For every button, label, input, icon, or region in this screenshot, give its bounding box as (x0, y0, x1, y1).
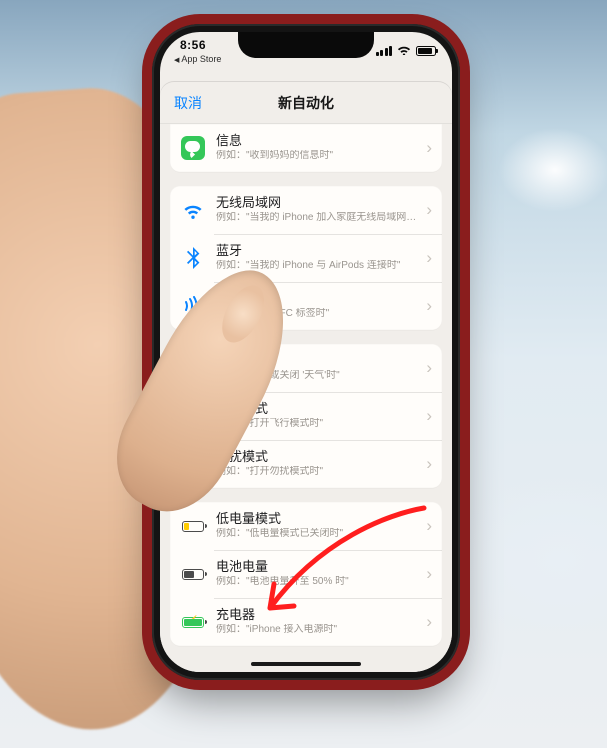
row-title: 蓝牙 (216, 243, 418, 259)
wifi-icon (397, 44, 411, 57)
row-subtitle: 例如："打开飞行模式时" (216, 418, 418, 431)
row-title: 信息 (216, 133, 418, 149)
row-text: 无线局域网例如："当我的 iPhone 加入家庭无线局域网时" (216, 195, 422, 225)
battery-icon (416, 46, 436, 56)
row-subtitle: 例如："收到妈妈的信息时" (216, 150, 418, 163)
status-right (376, 44, 437, 57)
messages-icon (180, 135, 206, 161)
dnd-icon (180, 451, 206, 477)
chevron-right-icon: › (422, 296, 432, 316)
chevron-right-icon: › (422, 200, 432, 220)
trigger-row-messages[interactable]: 信息例如："收到妈妈的信息时"› (170, 124, 442, 172)
row-title: 低电量模式 (216, 511, 418, 527)
settings-group: 低电量模式例如："低电量模式已关闭时"›电池电量例如："电池电量升至 50% 时… (170, 502, 442, 646)
sheet-title: 新自动化 (278, 93, 334, 113)
signal-icon (376, 46, 393, 56)
row-title: 飞行模式 (216, 401, 418, 417)
trigger-row-lowpower[interactable]: 低电量模式例如："低电量模式已关闭时"› (170, 502, 442, 550)
row-subtitle: 例如："iPhone 接入电源时" (216, 624, 418, 637)
trigger-row-airplane[interactable]: ✈飞行模式例如："打开飞行模式时"› (170, 392, 442, 440)
row-subtitle: 例如："当我的 iPhone 与 AirPods 连接时" (216, 260, 418, 273)
lowpower-icon (180, 513, 206, 539)
status-back-to-app[interactable]: App Store (174, 54, 221, 64)
row-text: 蓝牙例如："当我的 iPhone 与 AirPods 连接时" (216, 243, 422, 273)
row-text: 信息例如："收到妈妈的信息时" (216, 133, 422, 163)
trigger-row-nfc[interactable]: NFC例如："轻点 NFC 标签时"› (170, 282, 442, 330)
status-time: 8:56 (180, 38, 206, 52)
chevron-right-icon: › (422, 564, 432, 584)
trigger-row-charger[interactable]: 充电器例如："iPhone 接入电源时"› (170, 598, 442, 646)
sheet-nav: 取消 新自动化 (160, 82, 452, 124)
trigger-list[interactable]: 信息例如："收到妈妈的信息时"›无线局域网例如："当我的 iPhone 加入家庭… (170, 124, 442, 672)
row-subtitle: 例如："当我的 iPhone 加入家庭无线局域网时" (216, 212, 418, 225)
row-subtitle: 例如："打开或关闭 '天气'时" (216, 370, 418, 383)
charger-icon (180, 609, 206, 635)
row-subtitle: 例如："打开勿扰模式时" (216, 466, 418, 479)
row-text: 充电器例如："iPhone 接入电源时" (216, 607, 422, 637)
row-subtitle: 例如："轻点 NFC 标签时" (216, 308, 418, 321)
row-title: 无线局域网 (216, 195, 418, 211)
settings-group: 信息例如："收到妈妈的信息时"› (170, 124, 442, 172)
chevron-right-icon: › (422, 358, 432, 378)
trigger-row-bluetooth[interactable]: 蓝牙例如："当我的 iPhone 与 AirPods 连接时"› (170, 234, 442, 282)
new-automation-sheet: 取消 新自动化 信息例如："收到妈妈的信息时"›无线局域网例如："当我的 iPh… (160, 82, 452, 672)
chevron-right-icon: › (422, 138, 432, 158)
trigger-row-dnd[interactable]: 勿扰模式例如："打开勿扰模式时"› (170, 440, 442, 488)
row-text: 低电量模式例如："低电量模式已关闭时" (216, 511, 422, 541)
trigger-row-wifi[interactable]: 无线局域网例如："当我的 iPhone 加入家庭无线局域网时"› (170, 186, 442, 234)
notch (238, 32, 374, 58)
row-text: 电池电量例如："电池电量升至 50% 时" (216, 559, 422, 589)
wifi-icon (180, 197, 206, 223)
row-text: NFC例如："轻点 NFC 标签时" (216, 291, 422, 321)
cancel-button[interactable]: 取消 (174, 93, 202, 113)
trigger-row-app[interactable]: App例如："打开或关闭 '天气'时"› (170, 344, 442, 392)
phone-frame: 8:56 App Store 取消 新自动化 信息例如："收到妈妈的信息时"›无… (152, 24, 460, 680)
settings-group: App例如："打开或关闭 '天气'时"›✈飞行模式例如："打开飞行模式时"›勿扰… (170, 344, 442, 488)
row-title: 勿扰模式 (216, 449, 418, 465)
row-text: App例如："打开或关闭 '天气'时" (216, 353, 422, 383)
nfc-icon (180, 293, 206, 319)
app-icon (180, 355, 206, 381)
screen: 8:56 App Store 取消 新自动化 信息例如："收到妈妈的信息时"›无… (160, 32, 452, 672)
row-title: 电池电量 (216, 559, 418, 575)
row-subtitle: 例如："电池电量升至 50% 时" (216, 576, 418, 589)
chevron-right-icon: › (422, 612, 432, 632)
home-indicator[interactable] (251, 662, 361, 666)
trigger-row-battlvl[interactable]: 电池电量例如："电池电量升至 50% 时"› (170, 550, 442, 598)
chevron-right-icon: › (422, 454, 432, 474)
chevron-right-icon: › (422, 248, 432, 268)
airplane-icon: ✈ (180, 403, 206, 429)
chevron-right-icon: › (422, 516, 432, 536)
row-text: 飞行模式例如："打开飞行模式时" (216, 401, 422, 431)
settings-group: 无线局域网例如："当我的 iPhone 加入家庭无线局域网时"›蓝牙例如："当我… (170, 186, 442, 330)
row-title: App (216, 353, 418, 369)
bluetooth-icon (180, 245, 206, 271)
battlvl-icon (180, 561, 206, 587)
row-title: 充电器 (216, 607, 418, 623)
row-text: 勿扰模式例如："打开勿扰模式时" (216, 449, 422, 479)
row-title: NFC (216, 291, 418, 307)
row-subtitle: 例如："低电量模式已关闭时" (216, 528, 418, 541)
chevron-right-icon: › (422, 406, 432, 426)
